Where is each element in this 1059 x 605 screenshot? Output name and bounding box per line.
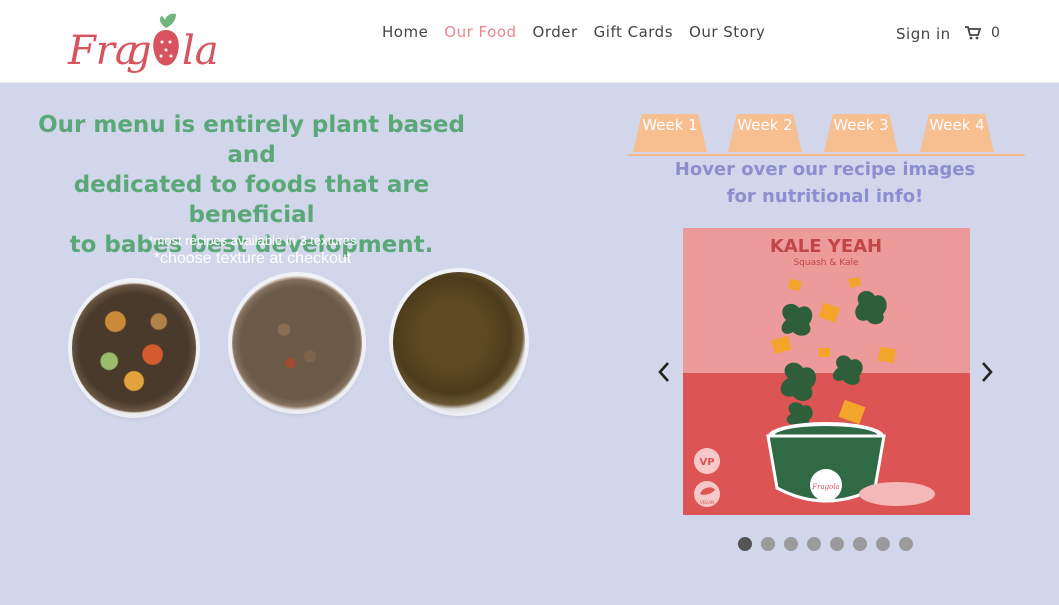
fragola-logo[interactable]: Fra g la [66, 4, 236, 78]
svg-text:la: la [182, 28, 219, 74]
tab-week-1-label: Week 1 [642, 116, 698, 134]
checkout-note: *choose texture at checkout [153, 250, 352, 267]
svg-text:g: g [126, 28, 152, 74]
hover-line-2: for nutritional info! [726, 186, 924, 207]
tab-week-2-label: Week 2 [737, 116, 793, 134]
tab-week-3-label: Week 3 [833, 116, 889, 134]
carousel-dot-4[interactable] [807, 537, 821, 551]
tab-week-3[interactable]: Week 3 [824, 114, 898, 152]
carousel-dot-1[interactable] [738, 537, 752, 551]
vegan-badge-text: VEGAN [700, 500, 714, 505]
tab-week-4[interactable]: Week 4 [920, 114, 994, 152]
tab-week-2[interactable]: Week 2 [728, 114, 802, 152]
carousel-dots [738, 537, 913, 551]
logo-graphic: Fra g la [67, 13, 219, 74]
textures-note: *most recipes available in 3 textures [148, 233, 357, 248]
headline-line-1: Our menu is entirely plant based and [38, 112, 465, 168]
carousel-dot-8[interactable] [899, 537, 913, 551]
recipe-name: KALE YEAH [770, 236, 882, 257]
nav-home[interactable]: Home [382, 23, 428, 41]
tab-week-1[interactable]: Week 1 [633, 114, 707, 152]
nav-our-food[interactable]: Our Food [444, 23, 516, 41]
chevron-right-icon [982, 362, 993, 382]
hover-instruction: Hover over our recipe images for nutriti… [655, 156, 995, 210]
recipe-card-kale-yeah[interactable]: KALE YEAH Squash & Kale Fragola VP VEGAN [683, 228, 970, 515]
sign-in-link[interactable]: Sign in [896, 25, 951, 43]
carousel-next-button[interactable] [980, 360, 994, 391]
hover-line-1: Hover over our recipe images [674, 159, 976, 180]
texture-chunky-image [72, 282, 196, 414]
cart-button[interactable]: 0 [965, 25, 1000, 41]
nav-gift-cards[interactable]: Gift Cards [594, 23, 673, 41]
texture-mashed-image [232, 276, 362, 410]
week-tabs: Week 1 Week 2 Week 3 Week 4 [628, 114, 1025, 156]
nav-order[interactable]: Order [533, 23, 578, 41]
cart-count: 0 [991, 25, 1000, 41]
jar-logo-text: Fragola [811, 483, 839, 491]
site-header: Fra g la Home Our Food Order Gift Cards … [0, 0, 1059, 83]
carousel-dot-6[interactable] [853, 537, 867, 551]
chevron-left-icon [658, 362, 669, 382]
strawberry-icon [153, 30, 179, 66]
texture-puree-image [393, 272, 525, 412]
carousel-dot-2[interactable] [761, 537, 775, 551]
carousel-dot-5[interactable] [830, 537, 844, 551]
carousel-dot-3[interactable] [784, 537, 798, 551]
recipe-subtitle: Squash & Kale [793, 258, 859, 268]
nav-our-story[interactable]: Our Story [689, 23, 765, 41]
cart-icon [965, 26, 981, 40]
vp-badge-text: VP [699, 457, 714, 468]
tab-week-4-label: Week 4 [929, 116, 985, 134]
recipe-illustration: KALE YEAH Squash & Kale Fragola VP VEGAN [683, 228, 970, 515]
carousel-prev-button[interactable] [657, 360, 671, 391]
headline-line-2: dedicated to foods that are beneficial [73, 172, 430, 228]
carousel-dot-7[interactable] [876, 537, 890, 551]
main-nav: Home Our Food Order Gift Cards Our Story [382, 23, 781, 41]
